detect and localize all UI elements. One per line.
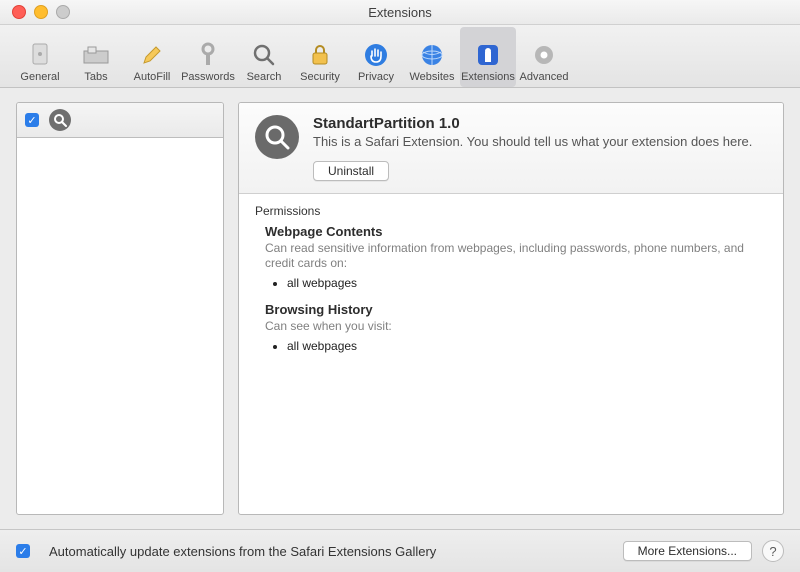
permission-section: Webpage Contents Can read sensitive info… (265, 224, 763, 290)
tab-label: Privacy (358, 71, 394, 83)
tabs-icon (82, 40, 110, 70)
titlebar: Extensions (0, 0, 800, 25)
permission-desc: Can read sensitive information from webp… (265, 241, 763, 272)
permission-section: Browsing History Can see when you visit:… (265, 302, 763, 353)
extension-large-icon (255, 115, 299, 159)
tab-general[interactable]: General (12, 27, 68, 87)
detail-pane: StandartPartition 1.0 This is a Safari E… (238, 102, 784, 515)
pencil-icon (138, 40, 166, 70)
tab-autofill[interactable]: AutoFill (124, 27, 180, 87)
search-icon (250, 40, 278, 70)
tab-label: Extensions (461, 71, 515, 83)
hand-icon (362, 40, 390, 70)
extension-title: StandartPartition 1.0 (313, 115, 767, 132)
general-icon (26, 40, 54, 70)
permission-desc: Can see when you visit: (265, 319, 763, 335)
minimize-icon[interactable] (34, 5, 48, 19)
tab-search[interactable]: Search (236, 27, 292, 87)
tab-privacy[interactable]: Privacy (348, 27, 404, 87)
tab-tabs[interactable]: Tabs (68, 27, 124, 87)
auto-update-checkbox[interactable]: ✓ (16, 544, 30, 558)
zoom-icon[interactable] (56, 5, 70, 19)
puzzle-icon (474, 40, 502, 70)
preferences-toolbar: General Tabs AutoFill Passwords Search S… (0, 25, 800, 88)
tab-label: Advanced (520, 71, 569, 83)
extension-description: This is a Safari Extension. You should t… (313, 134, 767, 151)
tab-advanced[interactable]: Advanced (516, 27, 572, 87)
tab-extensions[interactable]: Extensions (460, 27, 516, 87)
content-area: ✓ StandartPartition 1.0 This is a Safari… (0, 88, 800, 529)
tab-label: Search (247, 71, 282, 83)
lock-icon (306, 40, 334, 70)
uninstall-button[interactable]: Uninstall (313, 161, 389, 181)
sidebar: ✓ (16, 102, 224, 515)
tab-label: Passwords (181, 71, 235, 83)
permission-item: all webpages (287, 339, 763, 353)
globe-icon (418, 40, 446, 70)
permission-title: Webpage Contents (265, 224, 763, 239)
help-button[interactable]: ? (762, 540, 784, 562)
tab-label: Tabs (84, 71, 107, 83)
extension-enabled-checkbox[interactable]: ✓ (25, 113, 39, 127)
extension-icon (49, 109, 71, 131)
tab-label: Security (300, 71, 340, 83)
footer: ✓ Automatically update extensions from t… (0, 529, 800, 572)
permission-title: Browsing History (265, 302, 763, 317)
tab-label: AutoFill (134, 71, 171, 83)
tab-passwords[interactable]: Passwords (180, 27, 236, 87)
permission-item: all webpages (287, 276, 763, 290)
tab-security[interactable]: Security (292, 27, 348, 87)
list-item[interactable]: ✓ (17, 103, 223, 138)
key-icon (194, 40, 222, 70)
permissions-heading: Permissions (255, 204, 767, 218)
auto-update-label: Automatically update extensions from the… (49, 544, 436, 559)
tab-websites[interactable]: Websites (404, 27, 460, 87)
traffic-lights (0, 5, 70, 19)
close-icon[interactable] (12, 5, 26, 19)
tab-label: General (20, 71, 59, 83)
auto-update-row[interactable]: ✓ Automatically update extensions from t… (16, 544, 623, 559)
window-title: Extensions (0, 5, 800, 20)
more-extensions-button[interactable]: More Extensions... (623, 541, 752, 561)
tab-label: Websites (409, 71, 454, 83)
detail-header: StandartPartition 1.0 This is a Safari E… (239, 103, 783, 194)
gear-icon (530, 40, 558, 70)
